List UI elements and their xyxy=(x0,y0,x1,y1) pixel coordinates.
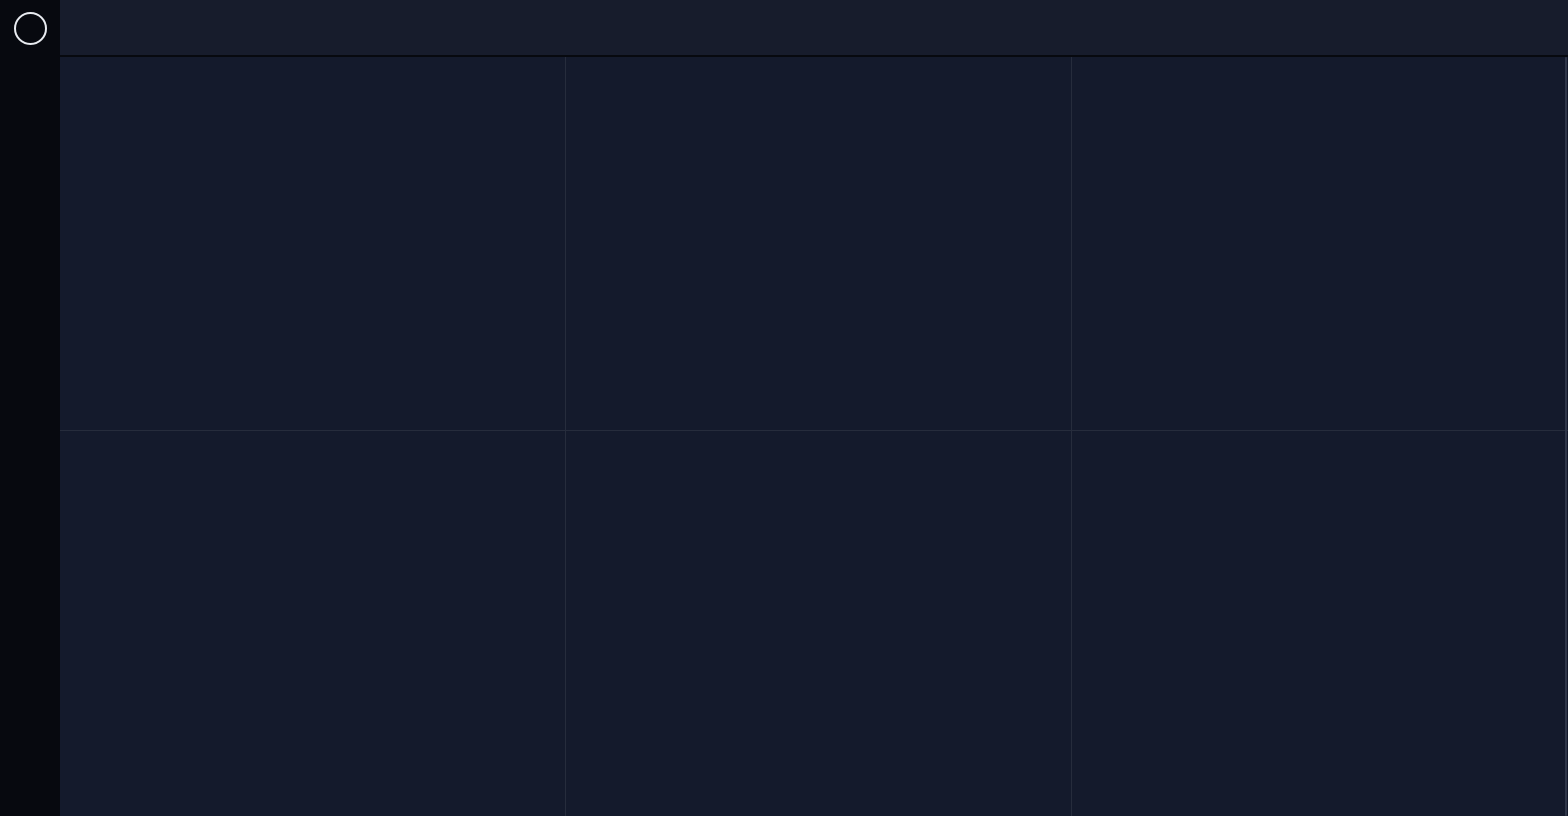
panel-time xyxy=(60,431,565,816)
time-bar-chart xyxy=(60,431,565,816)
sidebar xyxy=(0,0,60,816)
panel-workload xyxy=(1072,431,1568,816)
scrollbar[interactable] xyxy=(1565,57,1567,816)
app-logo[interactable] xyxy=(0,0,60,57)
top-bar xyxy=(60,0,1568,57)
pm-logo-icon xyxy=(13,12,47,45)
panel-progress xyxy=(1072,57,1568,430)
cost-column-chart xyxy=(566,431,1071,816)
progress-bar-chart xyxy=(1072,57,1568,430)
panel-health xyxy=(60,57,565,430)
workload-bar-chart xyxy=(1072,431,1568,816)
panel-tasks xyxy=(566,57,1071,430)
panel-cost xyxy=(566,431,1071,816)
tasks-donut-chart xyxy=(566,57,1071,430)
dashboard-grid xyxy=(60,57,1568,816)
